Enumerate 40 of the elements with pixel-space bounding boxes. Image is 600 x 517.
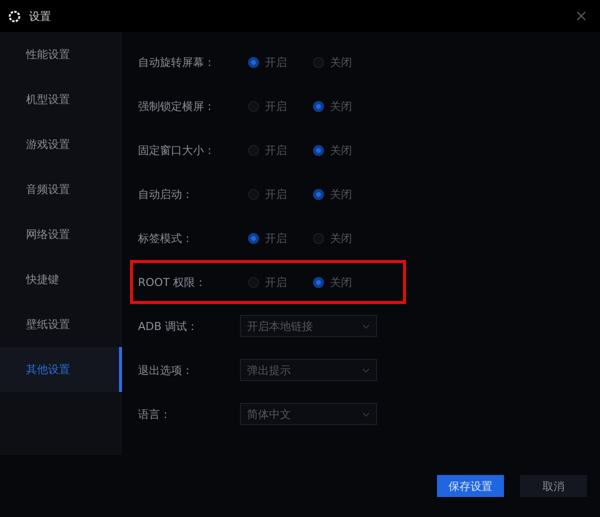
radio-option[interactable]: 关闭: [305, 186, 370, 202]
radio-option[interactable]: 关闭: [305, 54, 370, 70]
sidebar-item[interactable]: 其他设置: [0, 347, 122, 392]
radio-option[interactable]: 开启: [240, 274, 305, 290]
radio-option[interactable]: 关闭: [305, 230, 370, 246]
chevron-down-icon: [362, 412, 370, 416]
close-button[interactable]: ×: [572, 8, 590, 24]
sidebar-item[interactable]: 机型设置: [0, 77, 122, 122]
setting-label: ADB 调试：: [138, 318, 200, 334]
setting-label: 标签模式：: [138, 230, 194, 246]
radio-option[interactable]: 开启: [240, 54, 305, 70]
sidebar-item[interactable]: 网络设置: [0, 212, 122, 257]
sidebar-item[interactable]: 壁纸设置: [0, 302, 122, 347]
chevron-down-icon: [362, 324, 370, 328]
window-title: 设置: [29, 8, 52, 24]
setting-label: 强制锁定横屏：: [138, 98, 216, 114]
sidebar-item[interactable]: 快捷键: [0, 257, 122, 302]
sidebar-item[interactable]: 音频设置: [0, 167, 122, 212]
radio-option[interactable]: 关闭: [305, 274, 370, 290]
setting-label: 自动旋转屏幕：: [138, 54, 216, 70]
cancel-button[interactable]: 取消: [520, 475, 587, 497]
setting-label: 自动启动：: [138, 186, 194, 202]
radio-option[interactable]: 关闭: [305, 142, 370, 158]
setting-label: ROOT 权限：: [138, 274, 208, 290]
sidebar-item[interactable]: 游戏设置: [0, 122, 122, 167]
setting-label: 语言：: [138, 406, 172, 422]
setting-label: 退出选项：: [138, 362, 194, 378]
dropdown[interactable]: 弹出提示: [240, 359, 377, 381]
radio-option[interactable]: 开启: [240, 98, 305, 114]
radio-option[interactable]: 关闭: [305, 98, 370, 114]
save-button[interactable]: 保存设置: [437, 475, 504, 497]
dropdown[interactable]: 简体中文: [240, 403, 377, 425]
dropdown[interactable]: 开启本地链接: [240, 315, 377, 337]
ring-icon: [8, 10, 21, 22]
radio-option[interactable]: 开启: [240, 230, 305, 246]
radio-option[interactable]: 开启: [240, 142, 305, 158]
setting-label: 固定窗口大小：: [138, 142, 216, 158]
radio-option[interactable]: 开启: [240, 186, 305, 202]
sidebar-item[interactable]: 性能设置: [0, 32, 122, 77]
chevron-down-icon: [362, 368, 370, 372]
